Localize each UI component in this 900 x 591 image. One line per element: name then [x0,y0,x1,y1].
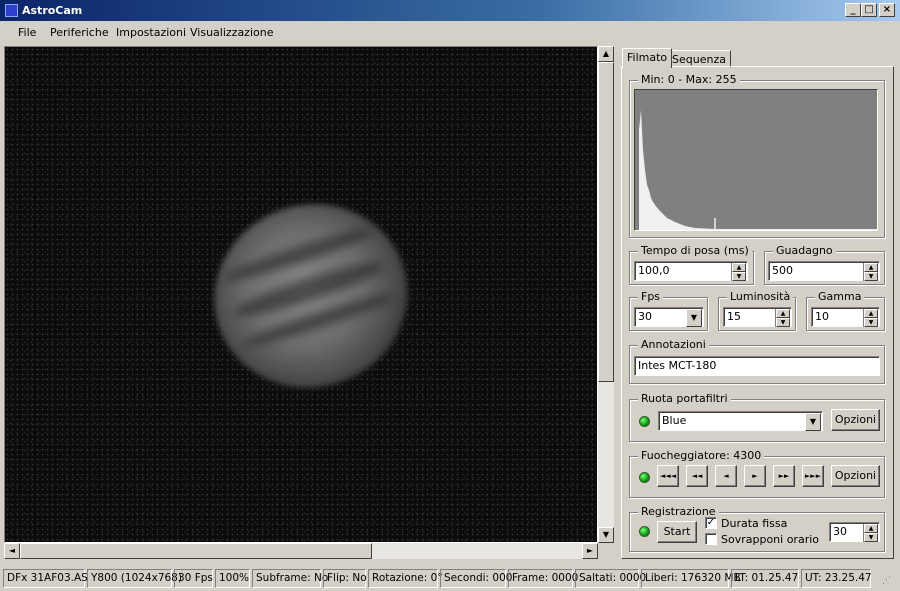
gamma-input[interactable]: 10 ▲ ▼ [811,307,880,327]
filterwheel-status-led [639,416,650,427]
duration-input[interactable]: 30 ▲ ▼ [829,522,880,542]
hscroll-thumb[interactable] [20,543,372,559]
status-zoom: 100% [215,569,250,588]
status-utc-time: UT: 23.25.47 [801,569,872,588]
gain-spinner[interactable]: ▲ ▼ [863,263,878,281]
scroll-left-icon[interactable]: ◄ [4,543,20,559]
focus-fast-in-button[interactable]: ◄◄ [686,465,708,487]
status-seconds: Secondi: 000 [440,569,512,588]
recording-status-led [639,526,650,537]
resize-grip-icon[interactable]: ⋰ [882,576,891,586]
app-icon [5,4,18,17]
focuser-label: Fuocheggiatore: 4300 [638,449,765,462]
notes-input[interactable]: Intes MCT-180 [634,356,880,376]
menu-bar: File Periferiche Impostazioni Visualizza… [0,21,900,43]
brightness-label: Luminosità [727,290,794,303]
scroll-right-icon[interactable]: ► [582,543,598,559]
status-subframe: Subframe: No [252,569,328,588]
exposure-value: 100,0 [638,264,670,277]
chevron-down-icon[interactable]: ▼ [805,413,821,431]
focus-fastest-in-button[interactable]: ◄◄◄ [657,465,679,487]
status-format: Y800 (1024x768) [87,569,182,588]
maximize-button[interactable]: □ [861,3,877,17]
gamma-label: Gamma [815,290,865,303]
duration-value: 30 [833,525,847,538]
exposure-input[interactable]: 100,0 ▲ ▼ [634,261,748,281]
fixed-duration-checkbox[interactable]: ✓ [705,517,717,529]
status-local-time: LT: 01.25.47 [731,569,799,588]
scroll-thumb[interactable] [598,62,614,382]
fixed-duration-label: Durata fissa [721,517,788,530]
focuser-status-led [639,472,650,483]
overlay-time-checkbox[interactable] [705,533,717,545]
tab-filmato[interactable]: Filmato [622,48,673,68]
brightness-input[interactable]: 15 ▲ ▼ [723,307,792,327]
gain-input[interactable]: 500 ▲ ▼ [768,261,880,281]
status-free-space: Liberi: 176320 MB [641,569,741,588]
menu-periferiche[interactable]: Periferiche [50,26,109,39]
horizontal-scrollbar[interactable]: ◄ ► [4,543,598,559]
title-bar[interactable]: AstroCam _ □ × [0,0,900,21]
scroll-up-icon[interactable]: ▲ [598,46,614,62]
exposure-label: Tempo di posa (ms) [638,244,752,257]
gain-label: Guadagno [773,244,836,257]
fps-value: 30 [638,310,652,323]
video-preview[interactable] [4,46,598,543]
chevron-down-icon[interactable]: ▼ [686,309,702,327]
histogram-label: Min: 0 - Max: 255 [638,73,740,86]
scroll-down-icon[interactable]: ▼ [598,527,614,543]
close-button[interactable]: × [879,3,895,17]
histogram [634,89,878,231]
planet-image [190,179,432,413]
gain-value: 500 [772,264,793,277]
status-rotation: Rotazione: 0° [368,569,443,588]
status-camera: DFx 31AF03.AS [3,569,88,588]
focus-fastest-out-button[interactable]: ►►► [802,465,824,487]
status-skipped: Saltati: 0000 [575,569,646,588]
duration-spinner[interactable]: ▲ ▼ [863,524,878,542]
filterwheel-label: Ruota portafiltri [638,392,731,405]
gamma-value: 10 [815,310,829,323]
minimize-button[interactable]: _ [845,3,861,17]
focuser-options-button[interactable]: Opzioni [831,465,880,487]
fps-select[interactable]: 30 ▼ [634,307,704,327]
focus-in-button[interactable]: ◄ [715,465,737,487]
menu-file[interactable]: File [18,26,36,39]
gamma-spinner[interactable]: ▲ ▼ [863,309,878,327]
start-button[interactable]: Start [657,521,697,543]
brightness-spinner[interactable]: ▲ ▼ [775,309,790,327]
status-flip: Flip: No [323,569,367,588]
brightness-value: 15 [727,310,741,323]
status-bar: DFx 31AF03.AS Y800 (1024x768) 30 Fps 100… [0,566,900,591]
filter-value: Blue [662,414,687,427]
menu-visualizzazione[interactable]: Visualizzazione [190,26,273,39]
filterwheel-options-button[interactable]: Opzioni [831,409,880,431]
status-frame: Frame: 0000 [508,569,578,588]
overlay-time-label: Sovrapponi orario [721,533,820,546]
filter-select[interactable]: Blue ▼ [658,411,823,431]
exposure-spinner[interactable]: ▲ ▼ [731,263,746,281]
vertical-scrollbar[interactable]: ▲ ▼ [598,46,614,543]
status-fps: 30 Fps [174,569,213,588]
focus-fast-out-button[interactable]: ►► [773,465,795,487]
focus-out-button[interactable]: ► [744,465,766,487]
window-title: AstroCam [22,4,83,17]
fps-label: Fps [638,290,664,303]
notes-label: Annotazioni [638,338,709,351]
menu-impostazioni[interactable]: Impostazioni [116,26,186,39]
